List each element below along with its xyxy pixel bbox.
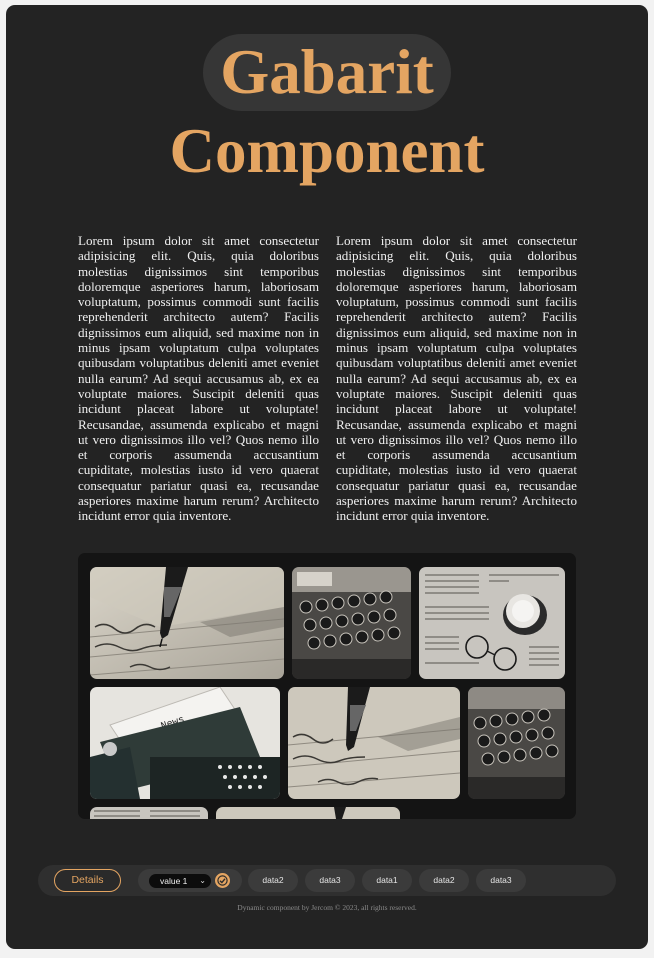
bottom-toolbar: Details value 1 ⌄ data2 data3 data1 data… [38, 865, 616, 896]
page-title-line2: Component [169, 116, 485, 186]
photo-gallery: News [78, 553, 576, 819]
footer-copyright: Dynamic component by Jercom © 2023, all … [237, 903, 417, 912]
text-column-right: Lorem ipsum dolor sit amet consectetur a… [336, 233, 577, 524]
data-pill-5[interactable]: data3 [476, 869, 526, 892]
gallery-image-pen-3[interactable] [216, 807, 400, 819]
page-title-line1: Gabarit [220, 37, 434, 107]
value-select[interactable]: value 1 ⌄ [149, 874, 211, 888]
data-pill-1[interactable]: data2 [248, 869, 298, 892]
details-button[interactable]: Details [54, 869, 121, 892]
check-circle-icon[interactable] [215, 873, 230, 888]
gallery-image-pen-2[interactable] [288, 687, 460, 799]
gallery-image-pen-1[interactable] [90, 567, 284, 679]
gallery-image-newspaper-2[interactable] [90, 807, 208, 819]
gallery-image-typewriter-news[interactable]: News [90, 687, 280, 799]
chevron-down-icon: ⌄ [199, 876, 206, 885]
data-pill-3[interactable]: data1 [362, 869, 412, 892]
gallery-image-typewriter-2[interactable] [468, 687, 565, 799]
component-card: Gabarit Component Lorem ipsum dolor sit … [6, 5, 648, 949]
value-select-label: value 1 [160, 876, 188, 886]
data-pill-2[interactable]: data3 [305, 869, 355, 892]
text-column-left: Lorem ipsum dolor sit amet consectetur a… [78, 233, 319, 524]
data-pill-4[interactable]: data2 [419, 869, 469, 892]
gallery-image-typewriter-1[interactable] [292, 567, 411, 679]
value-select-group: value 1 ⌄ [138, 869, 242, 892]
gallery-image-newspaper-1[interactable] [419, 567, 565, 679]
